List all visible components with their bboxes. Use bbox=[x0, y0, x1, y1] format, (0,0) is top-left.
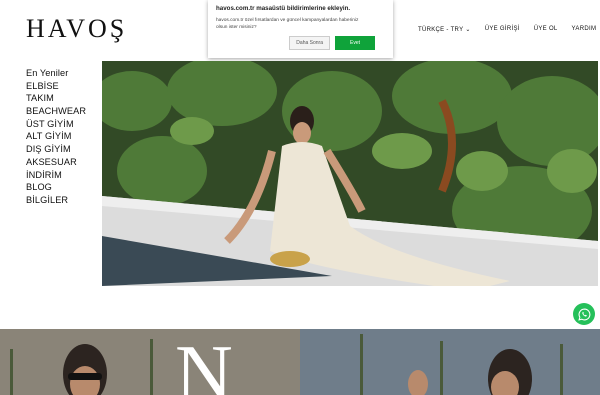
accept-button[interactable]: Evet bbox=[334, 36, 375, 50]
sidebar-item-bottoms[interactable]: ALT GİYİM bbox=[26, 131, 86, 141]
sidebar-item-beachwear[interactable]: BEACHWEAR bbox=[26, 106, 86, 116]
language-label: TÜRKÇE - TRY bbox=[418, 27, 464, 33]
sidebar-item-dresses[interactable]: ELBİSE bbox=[26, 81, 86, 91]
notification-title: havos.com.tr masaüstü bildirimlerine ekl… bbox=[216, 5, 351, 12]
sidebar-item-new[interactable]: En Yeniler bbox=[26, 68, 86, 78]
chevron-down-icon: ⌄ bbox=[465, 27, 471, 33]
hero-photo-illustration bbox=[102, 61, 598, 286]
register-link[interactable]: ÜYE OL bbox=[534, 26, 558, 33]
notification-actions: Daha Sonra Evet bbox=[289, 36, 375, 50]
sidebar-item-info[interactable]: BİLGİLER bbox=[26, 195, 86, 205]
help-link[interactable]: YARDIM bbox=[572, 26, 597, 33]
sidebar-item-accessories[interactable]: AKSESUAR bbox=[26, 157, 86, 167]
category-sidebar: En Yeniler ELBİSE TAKIM BEACHWEAR ÜST Gİ… bbox=[26, 68, 86, 205]
sidebar-item-blog[interactable]: BLOG bbox=[26, 182, 86, 192]
login-link[interactable]: ÜYE GİRİŞİ bbox=[485, 26, 520, 33]
sidebar-item-tops[interactable]: ÜST GİYİM bbox=[26, 119, 86, 129]
whatsapp-button[interactable] bbox=[573, 303, 595, 325]
top-navigation: TÜRKÇE - TRY⌄ ÜYE GİRİŞİ ÜYE OL YARDIM 0 bbox=[418, 26, 600, 33]
sidebar-item-outerwear[interactable]: DIŞ GİYİM bbox=[26, 144, 86, 154]
whatsapp-icon bbox=[577, 308, 590, 321]
hero-image[interactable] bbox=[102, 61, 598, 286]
promo-banner[interactable]: N bbox=[0, 329, 600, 395]
brand-logo[interactable]: HAVOŞ bbox=[26, 14, 127, 44]
push-notification-prompt: havos.com.tr masaüstü bildirimlerine ekl… bbox=[208, 0, 393, 58]
notification-body: havos.com.tr özel fırsatlardan ve güncel… bbox=[216, 18, 359, 30]
banner-photo-illustration bbox=[0, 329, 600, 395]
sidebar-item-sets[interactable]: TAKIM bbox=[26, 93, 86, 103]
later-button[interactable]: Daha Sonra bbox=[289, 36, 330, 50]
banner-letter: N bbox=[175, 330, 233, 395]
language-currency-selector[interactable]: TÜRKÇE - TRY ⌄ bbox=[418, 26, 471, 33]
sidebar-item-sale[interactable]: İNDİRİM bbox=[26, 170, 86, 180]
